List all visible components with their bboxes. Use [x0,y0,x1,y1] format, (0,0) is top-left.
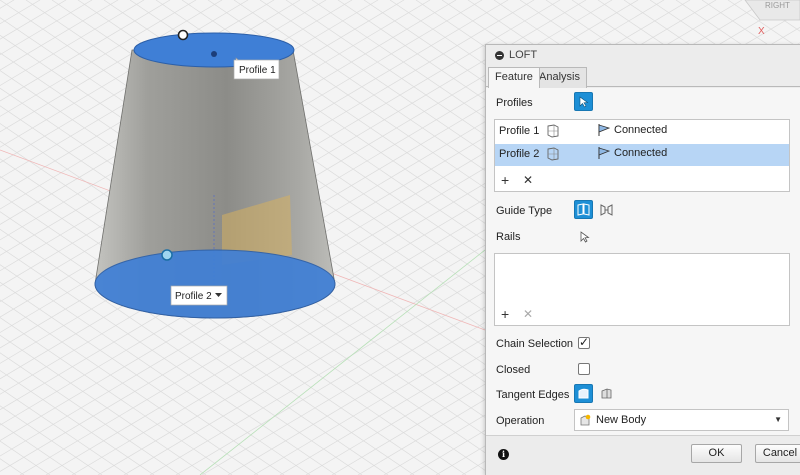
dialog-header[interactable]: LOFT [486,45,800,65]
add-rail-button[interactable]: + [501,307,509,321]
operation-dropdown[interactable]: New Body ▼ [574,409,789,431]
svg-text:RIGHT: RIGHT [765,1,790,10]
loft-dialog: LOFT Feature Analysis Profiles Profile 1 [485,44,800,475]
continuity-status: Connected [614,147,668,159]
dialog-body: Profiles Profile 1 Connected Profile 2 C… [486,88,800,435]
profile-continuity[interactable]: Connected [597,123,667,137]
remove-profile-button[interactable]: ✕ [523,173,533,187]
guide-rails-button[interactable] [574,200,593,219]
tangent-edges-merge-button[interactable] [574,384,593,403]
profile-1-center-point [211,51,217,57]
cancel-button[interactable]: Cancel [755,444,800,463]
guide-centerline-button[interactable] [597,200,616,219]
dialog-title: LOFT [509,49,538,61]
profile-2-face[interactable] [94,249,336,319]
continuity-status: Connected [614,124,668,136]
chevron-down-icon: ▼ [774,415,782,424]
tab-analysis[interactable]: Analysis [532,67,587,88]
chain-selection-label: Chain Selection [496,338,574,350]
svg-text:Profile 1: Profile 1 [239,65,276,76]
dialog-footer: i OK Cancel [486,435,800,475]
add-profile-button[interactable]: + [501,173,509,187]
operation-label: Operation [496,415,545,427]
profile-1-tag[interactable]: Profile 1 [233,57,280,80]
guide-type-label: Guide Type [496,205,553,217]
profile-sketch-icon [547,124,559,138]
tangent-edges-keep-button[interactable] [597,384,616,403]
profile-row[interactable]: Profile 2 Connected [495,144,789,166]
rails-label: Rails [496,231,521,243]
profile-row[interactable]: Profile 1 Connected [495,121,789,143]
keep-edges-icon [601,388,612,399]
profile-continuity[interactable]: Connected [597,146,667,160]
svg-text:Profile 2: Profile 2 [175,291,212,302]
tab-bar: Feature Analysis [486,65,800,88]
profile-name: Profile 2 [499,148,540,160]
rails-select-button[interactable] [575,227,594,246]
profiles-select-button[interactable] [574,92,593,111]
new-body-icon [580,414,591,425]
x-axis-label: X [758,26,765,37]
remove-rail-button[interactable]: ✕ [523,307,533,321]
profile-name: Profile 1 [499,125,540,137]
profile-1-handle[interactable] [177,29,189,41]
chain-selection-checkbox[interactable] [578,335,590,349]
tangent-edges-label: Tangent Edges [496,389,570,401]
profiles-list: Profile 1 Connected Profile 2 Connected … [494,119,790,192]
connected-icon [598,147,611,159]
info-icon[interactable]: i [498,449,509,460]
centerline-icon [600,204,613,216]
collapse-icon[interactable] [495,50,504,60]
rails-icon [577,203,590,216]
closed-checkbox[interactable] [578,363,590,375]
profile-sketch-icon [547,147,559,161]
profile-2-tag[interactable]: Profile 2 [170,285,228,306]
ok-button[interactable]: OK [691,444,742,463]
connected-icon [598,124,611,136]
rails-list: + ✕ [494,253,790,326]
operation-value: New Body [596,414,647,426]
merge-edges-icon [578,388,589,399]
cursor-arrow-icon [580,230,590,243]
profiles-label: Profiles [496,97,533,109]
closed-label: Closed [496,364,531,376]
profile-2-handle[interactable] [161,249,173,261]
tab-feature[interactable]: Feature [488,67,540,88]
cursor-arrow-icon [579,95,588,107]
